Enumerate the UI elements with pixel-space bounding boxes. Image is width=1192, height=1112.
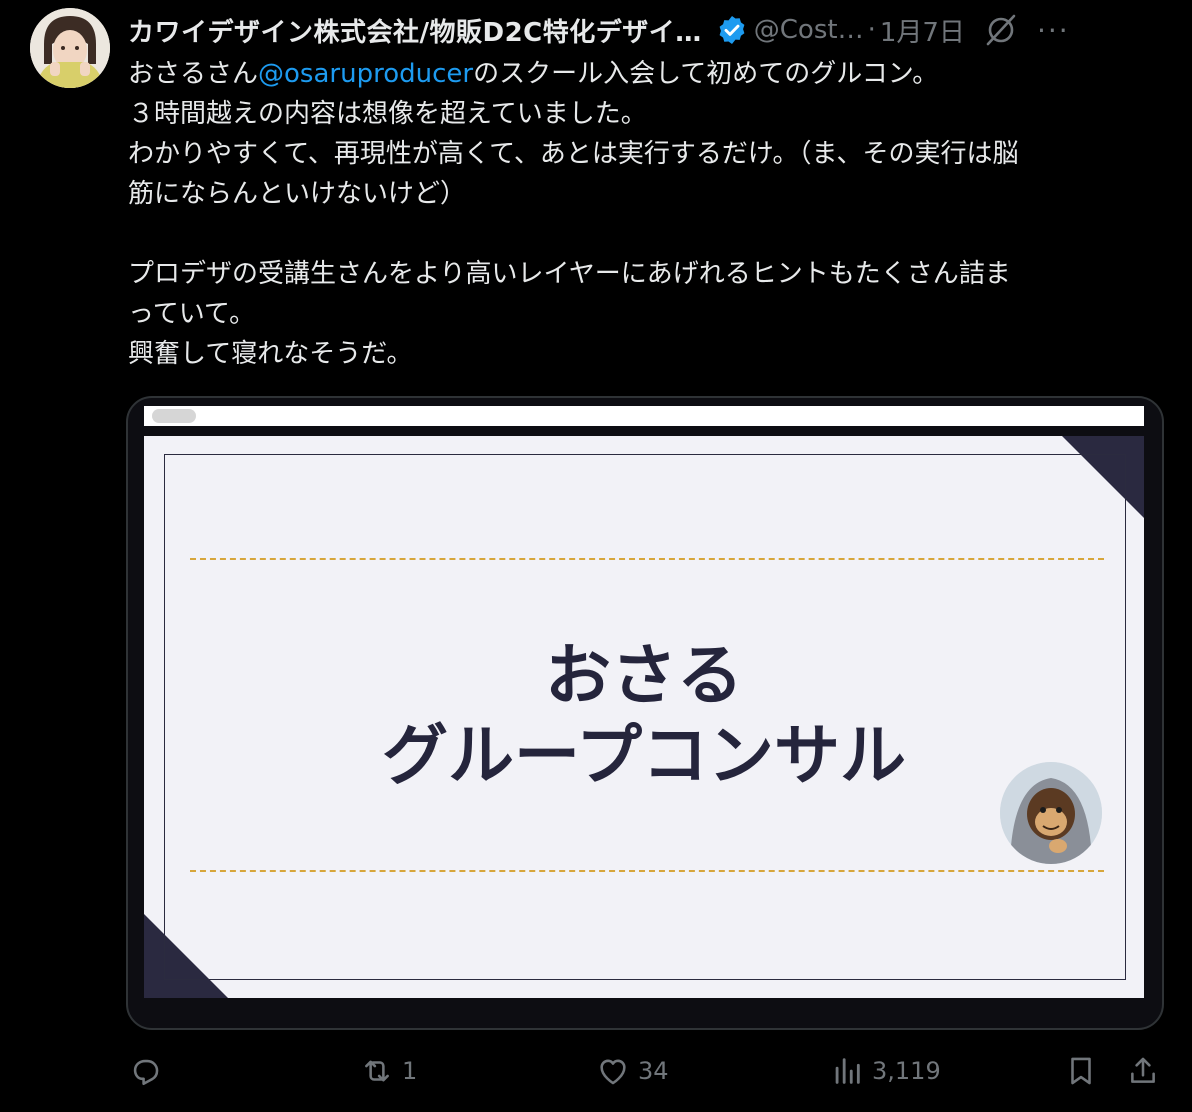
text-segment: おさるさん [128,59,259,89]
share-icon [1131,1057,1155,1083]
slide-dashed-line-bottom [190,870,1104,872]
meta-separator: · [867,15,876,45]
reply-icon [133,1059,159,1086]
avatar-photo [30,8,110,88]
post-text-line: ３時間越えの内容は想像を超えていました。 [128,99,647,129]
grok-icon[interactable] [983,12,1019,48]
presentation-slide: おさる グループコンサル [144,436,1144,998]
reply-button[interactable] [128,1054,170,1088]
like-count: 34 [638,1057,669,1085]
post-text-line: プロデザの受講生さんをより高いレイヤーにあげれるヒントもたくさん詰ま [128,259,1011,289]
slide-dashed-line-top [190,558,1104,560]
mention-link[interactable]: @osaruproducer [258,59,473,89]
post-date[interactable]: 1月7日 [880,12,965,49]
screen-share-bar [144,406,1144,426]
bookmark-button[interactable] [1064,1054,1098,1088]
share-button[interactable] [1126,1054,1160,1088]
verified-badge-icon [719,16,745,44]
screen-share-pill [152,409,196,423]
post-text-line: わかりやすくて、再現性が高くて、あとは実行するだけ。（ま、その実行は脳 [128,139,1019,169]
views-bar-chart-icon [835,1058,860,1084]
text-segment: のスクール入会して初めてのグルコン。 [473,59,939,89]
repost-icon [365,1060,389,1082]
post-header: カワイデザイン株式会社/物販D2C特化デザイ… @Cost… · 1月7日 ··… [128,8,1164,52]
post-action-bar: 1 34 3,119 [0,1048,1192,1098]
like-button[interactable]: 34 [596,1054,669,1088]
author-name[interactable]: カワイデザイン株式会社/物販D2C特化デザイ… [128,12,702,49]
author-handle[interactable]: @Cost… [754,15,864,45]
heart-icon [600,1059,626,1085]
post-text: おさるさん@osaruproducerのスクール入会して初めてのグルコン。 ３時… [128,54,1168,374]
views-count: 3,119 [872,1057,941,1085]
repost-button[interactable]: 1 [360,1054,417,1088]
post-text-line: 興奮して寝れなそうだ。 [128,339,413,369]
repost-count: 1 [402,1057,418,1085]
author-avatar[interactable] [30,8,110,88]
post-text-line: おさるさん@osaruproducerのスクール入会して初めてのグルコン。 [128,54,1168,94]
slide-title-line1: おさる [545,637,743,714]
bookmark-icon [1071,1057,1091,1085]
monkey-avatar-image [1000,762,1102,864]
post-text-line: 筋にならんといけないけど） [128,179,467,209]
more-options-icon[interactable]: ··· [1037,14,1070,47]
presenter-avatar [1000,762,1102,864]
slide-title-line2: グループコンサル [381,717,907,794]
post-text-line: っていて。 [128,299,256,329]
slide-title: おさる グループコンサル [144,636,1144,796]
post-media[interactable]: おさる グループコンサル [126,396,1164,1030]
views-button[interactable]: 3,119 [830,1054,941,1088]
